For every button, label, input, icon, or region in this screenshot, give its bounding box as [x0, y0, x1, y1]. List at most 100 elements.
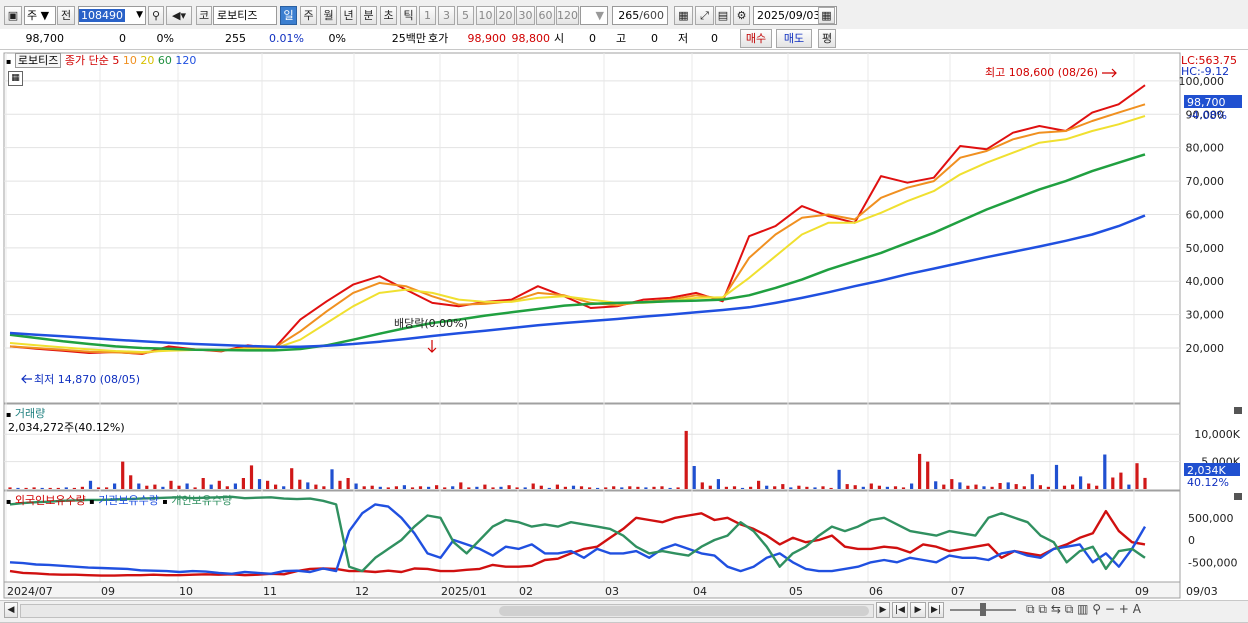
- period-week[interactable]: 주: [300, 6, 317, 25]
- stock-name-field[interactable]: 로보티즈: [213, 6, 277, 25]
- open-value: 0: [589, 32, 596, 45]
- data-table-icon[interactable]: ▦: [8, 71, 23, 86]
- volume-bar: [716, 479, 720, 489]
- pane-menu-icon[interactable]: ▪: [6, 497, 11, 506]
- trendline-icon[interactable]: ⤢: [695, 6, 714, 25]
- x-tick-label: 08: [1051, 585, 1065, 598]
- auto-scale-icon[interactable]: A: [1133, 602, 1141, 616]
- split-icon[interactable]: ⧉: [1065, 602, 1074, 616]
- volume-bar: [547, 487, 551, 489]
- period-year[interactable]: 년: [340, 6, 357, 25]
- volume-bar: [885, 486, 889, 489]
- stock-chart[interactable]: 100,00090,00080,00070,00060,00050,00040,…: [0, 50, 1248, 602]
- x-tick-label: 04: [693, 585, 707, 598]
- period-tick[interactable]: 틱: [400, 6, 417, 25]
- calendar-icon[interactable]: ▦: [818, 7, 835, 24]
- volume-bar: [958, 482, 962, 489]
- period-day[interactable]: 일: [280, 6, 297, 25]
- chart-tools: ⧉ ⧉ ⇆ ⧉ ▥ ⚲ − + A: [1026, 602, 1141, 617]
- volume-bar: [910, 483, 914, 489]
- period-month[interactable]: 월: [320, 6, 337, 25]
- close-volume-pane-icon[interactable]: [1234, 407, 1242, 414]
- interval-dropdown[interactable]: ▼: [580, 6, 608, 25]
- play-icon[interactable]: ▶: [910, 602, 926, 618]
- current-price-label: 98,700: [1187, 96, 1226, 109]
- high-value: 0: [651, 32, 658, 45]
- search-icon[interactable]: ⚲: [148, 6, 164, 25]
- volume-bar: [636, 486, 640, 489]
- volume-bar: [942, 484, 946, 489]
- close-holding-pane-icon[interactable]: [1234, 493, 1242, 500]
- prev-button[interactable]: 전: [57, 6, 75, 25]
- current-price: 98,700: [25, 32, 65, 45]
- x-tick-label: 09: [101, 585, 115, 598]
- compare-icon[interactable]: ⇆: [1051, 602, 1061, 616]
- min-price-label: 최저 14,870 (08/05): [34, 373, 140, 386]
- pane-menu-icon[interactable]: ▪: [6, 410, 11, 419]
- scroll-left-icon[interactable]: ◀: [4, 602, 18, 618]
- chart-type-icon[interactable]: ▦: [674, 6, 693, 25]
- window-menu-icon[interactable]: ▣: [4, 6, 22, 25]
- first-page-icon[interactable]: |◀: [892, 602, 908, 618]
- copy-icon[interactable]: ⧉: [1026, 602, 1035, 616]
- volume-bar: [990, 486, 994, 489]
- buy-button[interactable]: 매수: [740, 29, 772, 48]
- bar-chart-icon[interactable]: ▥: [1077, 602, 1088, 616]
- interval-120[interactable]: 120: [556, 6, 579, 25]
- volume-value: 2,034,272주(40.12%): [8, 421, 125, 434]
- volume-bar: [88, 480, 93, 489]
- volume-bar: [579, 486, 584, 489]
- sell-button[interactable]: 매도: [776, 29, 812, 48]
- volume-bar: [926, 461, 930, 489]
- x-tick-label: 05: [789, 585, 803, 598]
- last-page-icon[interactable]: ▶|: [928, 602, 944, 618]
- volume-bar: [588, 487, 592, 489]
- pane-menu-icon[interactable]: ▪: [89, 497, 94, 506]
- volume-bar: [765, 485, 769, 489]
- market-select[interactable]: 주 ▼: [24, 6, 56, 25]
- volume-bar: [475, 486, 479, 489]
- volume-bar: [8, 487, 12, 489]
- volume-bar: [1038, 485, 1042, 489]
- save-icon[interactable]: ▤: [715, 6, 731, 25]
- volume-bar: [427, 486, 431, 489]
- interval-1[interactable]: 1: [419, 6, 436, 25]
- overlay-icon[interactable]: ⧉: [1038, 602, 1047, 616]
- stock-name-tag[interactable]: 로보티즈: [14, 53, 62, 68]
- volume-bar: [604, 487, 608, 489]
- volume-bar: [40, 487, 44, 489]
- plus-icon[interactable]: +: [1119, 602, 1129, 616]
- zoom-slider-handle[interactable]: [980, 603, 986, 616]
- code-input[interactable]: 108490 ▼: [78, 6, 146, 25]
- pane-menu-icon[interactable]: ▪: [162, 497, 167, 506]
- chevron-down-icon: ▼: [136, 10, 143, 20]
- interval-60[interactable]: 60: [536, 6, 555, 25]
- scroll-right-icon[interactable]: ▶: [876, 602, 890, 618]
- interval-10[interactable]: 10: [476, 6, 495, 25]
- interval-5[interactable]: 5: [457, 6, 474, 25]
- eval-button[interactable]: 평: [818, 29, 836, 48]
- market-type-badge: 코: [196, 6, 212, 25]
- count-field[interactable]: 265/600: [612, 6, 668, 25]
- pane-menu-icon[interactable]: ▪: [6, 57, 11, 66]
- volume-bar: [1143, 477, 1147, 489]
- volume-bar: [435, 485, 439, 489]
- minus-icon[interactable]: −: [1105, 602, 1115, 616]
- volume-bar: [668, 487, 672, 489]
- interval-30[interactable]: 30: [516, 6, 535, 25]
- period-second[interactable]: 초: [380, 6, 397, 25]
- speaker-icon[interactable]: ◀▾: [166, 6, 192, 25]
- volume-bar: [177, 485, 181, 489]
- volume-bar: [901, 487, 906, 489]
- zoom-out-icon[interactable]: ⚲: [1092, 602, 1101, 616]
- volume-bar: [966, 485, 970, 489]
- gear-icon[interactable]: ⚙: [733, 6, 750, 25]
- volume-bar: [266, 480, 270, 489]
- volume-bar: [1030, 474, 1034, 489]
- period-minute[interactable]: 분: [360, 6, 377, 25]
- scrollbar-thumb[interactable]: [499, 606, 869, 616]
- interval-3[interactable]: 3: [438, 6, 455, 25]
- interval-20[interactable]: 20: [496, 6, 515, 25]
- scrollbar-track[interactable]: [20, 604, 874, 618]
- y-tick-label: 20,000: [1186, 342, 1225, 355]
